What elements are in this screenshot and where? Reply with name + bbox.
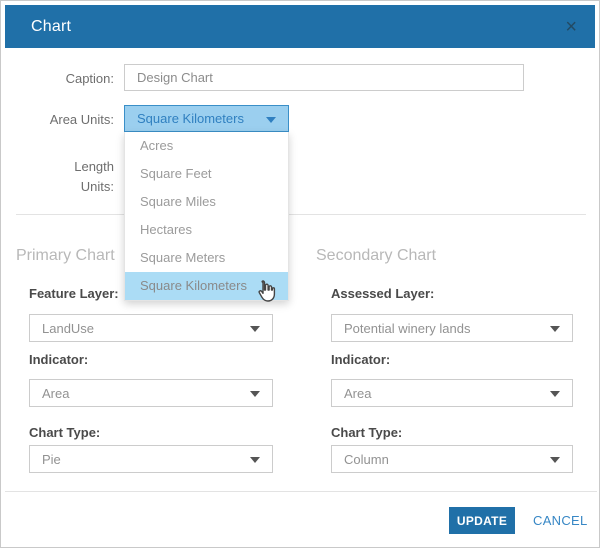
area-units-selected-value: Square Kilometers: [137, 111, 244, 126]
length-units-label-line1: Length: [1, 157, 114, 177]
dropdown-option-square-feet[interactable]: Square Feet: [125, 160, 288, 188]
primary-chart-type-select[interactable]: Pie: [29, 445, 273, 473]
footer-divider: [5, 491, 597, 492]
primary-indicator-label: Indicator:: [29, 352, 88, 367]
secondary-chart-heading: Secondary Chart: [316, 247, 436, 265]
secondary-indicator-select[interactable]: Area: [331, 379, 573, 407]
assessed-layer-label: Assessed Layer:: [331, 286, 434, 301]
secondary-indicator-label: Indicator:: [331, 352, 390, 367]
length-units-label: Length Units:: [1, 157, 114, 197]
area-units-select[interactable]: Square Kilometers: [124, 105, 289, 132]
assessed-layer-select[interactable]: Potential winery lands: [331, 314, 573, 342]
dropdown-option-acres[interactable]: Acres: [125, 132, 288, 160]
chevron-down-icon: [550, 391, 560, 397]
chevron-down-icon: [250, 457, 260, 463]
chart-dialog: Chart × Caption: Area Units: Square Kilo…: [0, 0, 600, 548]
length-units-label-line2: Units:: [1, 177, 114, 197]
feature-layer-select[interactable]: LandUse: [29, 314, 273, 342]
assessed-layer-value: Potential winery lands: [344, 321, 470, 336]
close-icon[interactable]: ×: [561, 5, 581, 48]
primary-chart-type-value: Pie: [42, 452, 61, 467]
dropdown-option-hectares[interactable]: Hectares: [125, 216, 288, 244]
secondary-chart-type-value: Column: [344, 452, 389, 467]
chevron-down-icon: [250, 391, 260, 397]
chevron-down-icon: [266, 117, 276, 123]
dialog-title: Chart: [31, 18, 71, 36]
hand-cursor-icon: [253, 279, 277, 303]
feature-layer-value: LandUse: [42, 321, 94, 336]
primary-indicator-select[interactable]: Area: [29, 379, 273, 407]
chevron-down-icon: [250, 326, 260, 332]
update-button[interactable]: UPDATE: [449, 507, 515, 534]
secondary-chart-type-label: Chart Type:: [331, 425, 402, 440]
primary-chart-heading: Primary Chart: [16, 247, 115, 265]
chevron-down-icon: [550, 326, 560, 332]
caption-input[interactable]: [124, 64, 524, 91]
secondary-chart-type-select[interactable]: Column: [331, 445, 573, 473]
secondary-indicator-value: Area: [344, 386, 371, 401]
caption-label: Caption:: [1, 71, 114, 86]
dropdown-option-square-meters[interactable]: Square Meters: [125, 244, 288, 272]
feature-layer-label: Feature Layer:: [29, 286, 119, 301]
section-divider: [16, 214, 586, 215]
primary-indicator-value: Area: [42, 386, 69, 401]
dialog-titlebar: Chart ×: [5, 5, 595, 48]
cancel-button[interactable]: CANCEL: [527, 507, 594, 534]
area-units-label: Area Units:: [1, 112, 114, 127]
primary-chart-type-label: Chart Type:: [29, 425, 100, 440]
chevron-down-icon: [550, 457, 560, 463]
area-units-dropdown-list: Acres Square Feet Square Miles Hectares …: [124, 132, 289, 301]
dropdown-option-square-miles[interactable]: Square Miles: [125, 188, 288, 216]
